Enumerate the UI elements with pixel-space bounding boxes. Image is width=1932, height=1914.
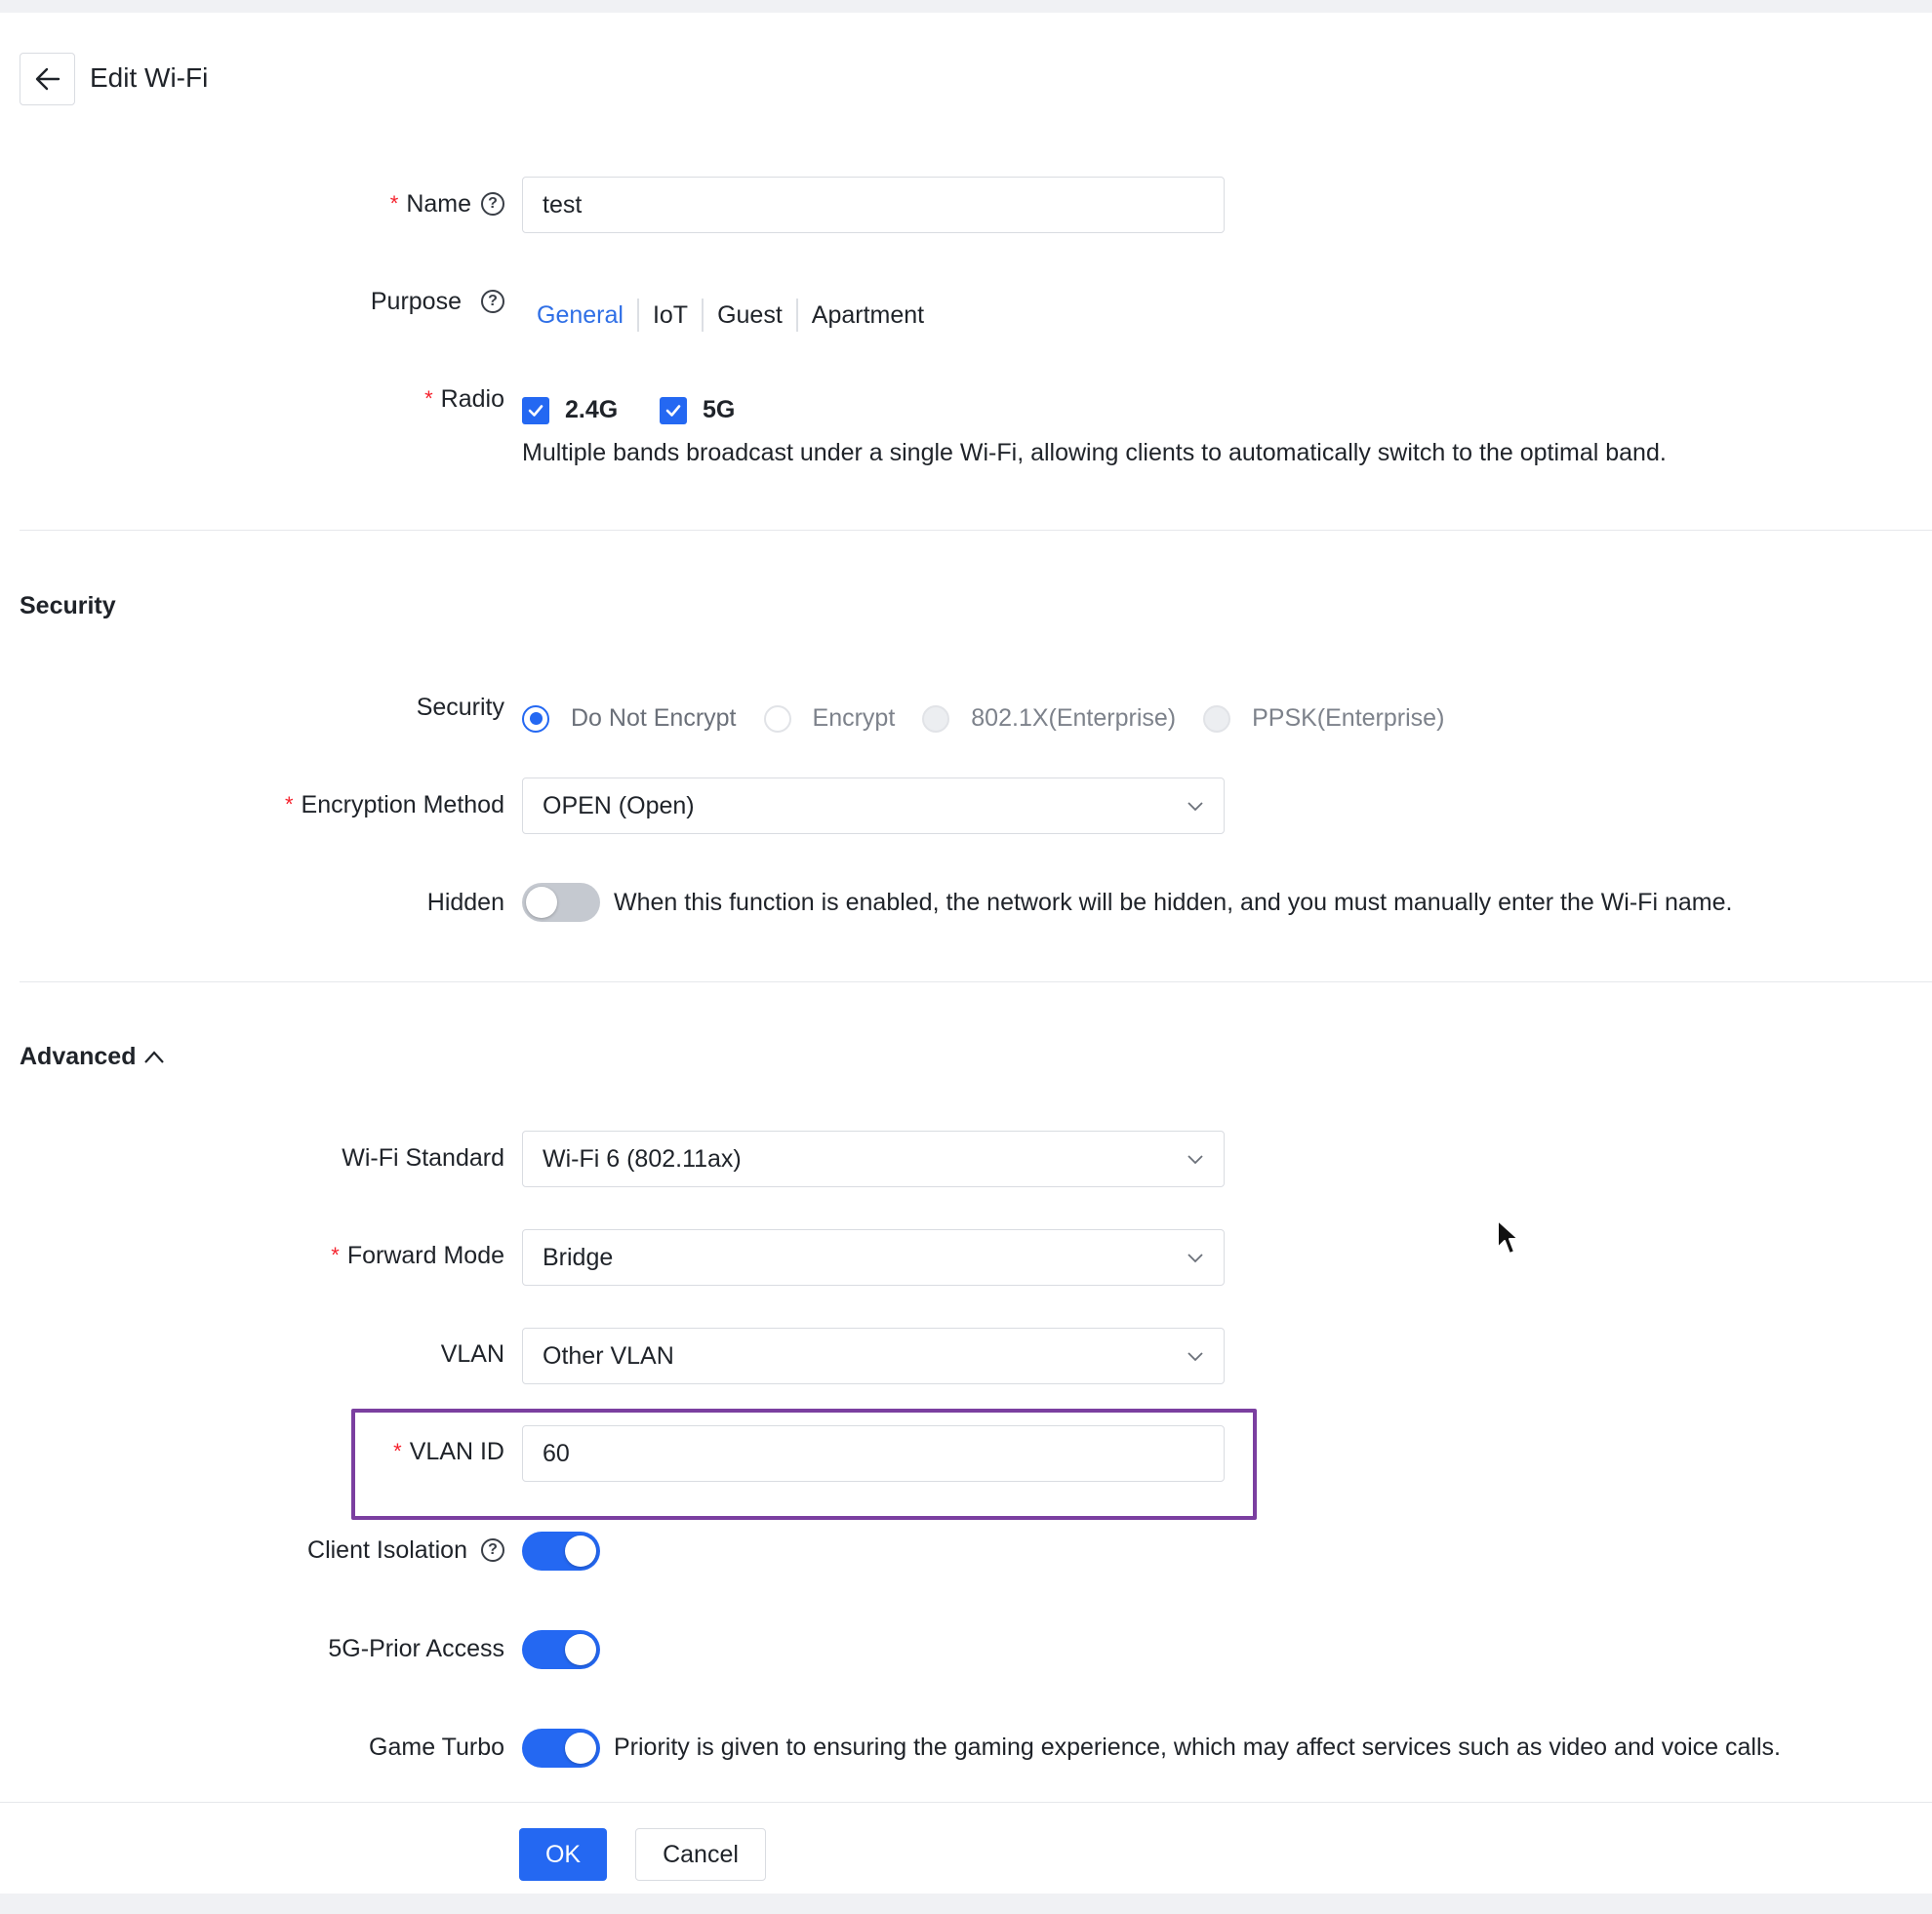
- name-input[interactable]: test: [522, 177, 1225, 233]
- checkbox-checked-icon: [522, 396, 549, 424]
- edit-wifi-panel: Edit Wi-Fi * Name ? test Purpose ? Gener…: [0, 13, 1932, 1894]
- security-option-8021x[interactable]: 802.1X(Enterprise): [922, 704, 1176, 733]
- radio-label: * Radio: [424, 385, 504, 413]
- radio-disabled-icon: [1203, 704, 1231, 733]
- vlan-id-value: 60: [543, 1439, 570, 1467]
- purpose-label: Purpose ?: [371, 286, 504, 317]
- purpose-option-apartment[interactable]: Apartment: [795, 299, 938, 332]
- chevron-up-icon: [144, 1050, 165, 1063]
- vlan-id-input[interactable]: 60: [522, 1425, 1225, 1482]
- wifi-standard-select[interactable]: Wi-Fi 6 (802.11ax): [522, 1131, 1225, 1187]
- chevron-down-icon: [1187, 1155, 1203, 1165]
- wifi-standard-value: Wi-Fi 6 (802.11ax): [543, 1144, 742, 1173]
- arrow-left-icon: [35, 67, 60, 91]
- divider: [20, 981, 1932, 982]
- vlan-label: VLAN: [440, 1340, 504, 1368]
- toggle-knob: [565, 1634, 596, 1665]
- cancel-button[interactable]: Cancel: [635, 1828, 766, 1881]
- vlan-value: Other VLAN: [543, 1341, 674, 1370]
- vlan-id-label: * VLAN ID: [393, 1438, 504, 1465]
- toggle-knob: [526, 887, 557, 918]
- required-marker: *: [331, 1243, 340, 1267]
- purpose-option-iot[interactable]: IoT: [636, 299, 702, 332]
- client-isolation-label: Client Isolation ?: [307, 1535, 504, 1566]
- forward-mode-label: * Forward Mode: [331, 1242, 504, 1269]
- security-radio-group: Do Not Encrypt Encrypt 802.1X(Enterprise…: [522, 704, 1471, 733]
- hidden-toggle[interactable]: [522, 883, 600, 922]
- back-button[interactable]: [20, 53, 75, 105]
- radio-5g-checkbox[interactable]: 5G: [660, 396, 735, 424]
- game-turbo-toggle[interactable]: [522, 1729, 600, 1768]
- ok-button[interactable]: OK: [519, 1828, 607, 1881]
- client-isolation-toggle[interactable]: [522, 1532, 600, 1571]
- chevron-down-icon: [1187, 1352, 1203, 1362]
- radio-5g-label: 5G: [703, 396, 736, 423]
- required-marker: *: [393, 1439, 402, 1463]
- security-option-encrypt[interactable]: Encrypt: [763, 704, 895, 733]
- encryption-method-select[interactable]: OPEN (Open): [522, 778, 1225, 834]
- mouse-cursor-icon: [1497, 1219, 1519, 1255]
- purpose-segmented: General IoT Guest Apartment: [522, 299, 938, 332]
- footer-divider: [0, 1802, 1932, 1803]
- toggle-knob: [565, 1733, 596, 1764]
- help-icon[interactable]: ?: [481, 1538, 504, 1562]
- prior-access-5g-toggle[interactable]: [522, 1630, 600, 1669]
- vlan-select[interactable]: Other VLAN: [522, 1328, 1225, 1384]
- forward-mode-select[interactable]: Bridge: [522, 1229, 1225, 1286]
- divider: [20, 530, 1932, 531]
- radio-hint: Multiple bands broadcast under a single …: [522, 439, 1667, 466]
- radio-disabled-icon: [922, 704, 950, 733]
- prior-access-5g-label: 5G-Prior Access: [328, 1635, 504, 1662]
- radio-2g-checkbox[interactable]: 2.4G: [522, 396, 618, 424]
- help-icon[interactable]: ?: [481, 192, 504, 216]
- required-marker: *: [424, 386, 433, 411]
- advanced-section-toggle[interactable]: Advanced: [20, 1043, 165, 1071]
- page-title: Edit Wi-Fi: [90, 62, 209, 93]
- security-option-ppsk[interactable]: PPSK(Enterprise): [1203, 704, 1444, 733]
- purpose-option-guest[interactable]: Guest: [702, 299, 796, 332]
- required-marker: *: [389, 191, 399, 216]
- purpose-option-general[interactable]: General: [522, 299, 637, 332]
- name-input-value: test: [543, 190, 583, 219]
- security-section-title: Security: [20, 592, 116, 619]
- toggle-knob: [565, 1535, 596, 1567]
- security-option-do-not-encrypt[interactable]: Do Not Encrypt: [522, 704, 737, 733]
- game-turbo-hint: Priority is given to ensuring the gaming…: [614, 1734, 1781, 1761]
- radio-unselected-icon: [763, 704, 791, 733]
- checkbox-checked-icon: [660, 396, 687, 424]
- radio-2g-label: 2.4G: [565, 396, 619, 423]
- required-marker: *: [284, 792, 294, 817]
- chevron-down-icon: [1187, 802, 1203, 812]
- security-label: Security: [416, 694, 504, 721]
- forward-mode-value: Bridge: [543, 1243, 614, 1271]
- encryption-method-value: OPEN (Open): [543, 791, 695, 819]
- wifi-standard-label: Wi-Fi Standard: [342, 1144, 504, 1172]
- chevron-down-icon: [1187, 1254, 1203, 1263]
- hidden-hint: When this function is enabled, the netwo…: [614, 889, 1733, 916]
- name-label: * Name ?: [390, 188, 504, 219]
- radio-selected-icon: [522, 704, 549, 733]
- help-icon[interactable]: ?: [481, 290, 504, 313]
- hidden-label: Hidden: [426, 889, 504, 916]
- game-turbo-label: Game Turbo: [369, 1734, 504, 1761]
- encryption-method-label: * Encryption Method: [284, 791, 504, 818]
